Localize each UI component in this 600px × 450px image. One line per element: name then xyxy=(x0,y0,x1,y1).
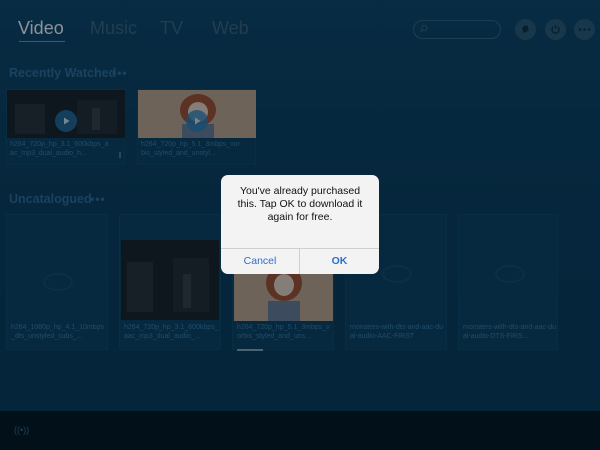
alert-message: You've already purchased this. Tap OK to… xyxy=(237,185,363,223)
cancel-button[interactable]: Cancel xyxy=(221,248,299,274)
app-screen: Video Music TV Web Recently Watched ••• … xyxy=(0,0,600,450)
ok-button[interactable]: OK xyxy=(300,248,379,274)
purchase-alert-dialog: You've already purchased this. Tap OK to… xyxy=(221,175,379,274)
